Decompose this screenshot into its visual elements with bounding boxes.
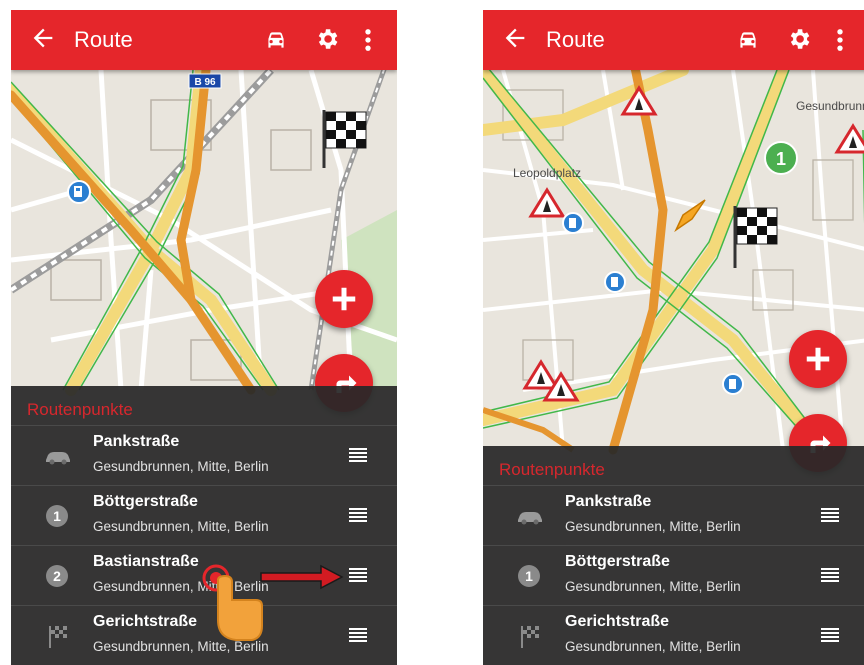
list-item[interactable]: 1 Böttgerstraße Gesundbrunnen, Mitte, Be… bbox=[483, 545, 864, 606]
svg-text:2: 2 bbox=[53, 568, 61, 584]
svg-text:1: 1 bbox=[776, 149, 786, 169]
waypoint-1-icon: 1 bbox=[46, 505, 68, 527]
svg-text:1: 1 bbox=[525, 568, 533, 584]
waypoint-name: Gerichtstraße bbox=[565, 613, 670, 630]
place-label: Leopoldplatz bbox=[513, 166, 581, 180]
waypoint-name: Böttgerstraße bbox=[565, 553, 670, 570]
more-vert-icon[interactable] bbox=[835, 26, 845, 54]
screen-right: Leopoldplatz Gesundbrunn 1 Route Routenp… bbox=[483, 10, 864, 665]
svg-text:1: 1 bbox=[53, 508, 61, 524]
fuel-station-icon[interactable] bbox=[562, 212, 584, 234]
car-icon bbox=[518, 512, 542, 525]
waypoint-name: Bastianstraße bbox=[93, 553, 199, 570]
list-item[interactable]: 1 Böttgerstraße Gesundbrunnen, Mitte, Be… bbox=[11, 485, 397, 546]
waypoint-name: Pankstraße bbox=[565, 493, 652, 510]
drag-handle-icon[interactable] bbox=[349, 628, 367, 642]
add-waypoint-button[interactable] bbox=[789, 330, 847, 388]
route-points-panel: Routenpunkte Pankstraße Gesundbrunnen, M… bbox=[483, 446, 864, 665]
drag-handle-icon[interactable] bbox=[349, 448, 367, 462]
plus-icon bbox=[332, 287, 356, 311]
drag-handle-icon[interactable] bbox=[349, 568, 367, 582]
waypoint-address: Gesundbrunnen, Mitte, Berlin bbox=[93, 459, 269, 474]
list-item[interactable]: Gerichtstraße Gesundbrunnen, Mitte, Berl… bbox=[483, 605, 864, 665]
waypoint-address: Gesundbrunnen, Mitte, Berlin bbox=[565, 519, 741, 534]
arrow-back-icon[interactable] bbox=[29, 24, 57, 52]
waypoint-1-icon: 1 bbox=[518, 565, 540, 587]
more-vert-icon[interactable] bbox=[363, 26, 373, 54]
road-badge: B 96 bbox=[194, 77, 216, 88]
finish-flag-icon bbox=[49, 626, 67, 648]
waypoint-name: Gerichtstraße bbox=[93, 613, 198, 630]
waypoint-address: Gesundbrunnen, Mitte, Berlin bbox=[93, 519, 269, 534]
list-item[interactable]: Pankstraße Gesundbrunnen, Mitte, Berlin bbox=[11, 425, 397, 486]
page-title: Route bbox=[74, 27, 133, 52]
panel-title: Routenpunkte bbox=[27, 400, 133, 419]
list-item[interactable]: Pankstraße Gesundbrunnen, Mitte, Berlin bbox=[483, 485, 864, 546]
red-arrow-icon bbox=[260, 564, 344, 590]
waypoint-1-icon[interactable]: 1 bbox=[764, 141, 798, 175]
page-title: Route bbox=[546, 27, 605, 52]
app-bar: Route bbox=[11, 10, 397, 70]
waypoint-address: Gesundbrunnen, Mitte, Berlin bbox=[565, 579, 741, 594]
car-icon bbox=[46, 452, 70, 465]
arrow-back-icon[interactable] bbox=[501, 24, 529, 52]
drag-handle-icon[interactable] bbox=[821, 568, 839, 582]
car-icon[interactable] bbox=[263, 27, 289, 53]
waypoint-address: Gesundbrunnen, Mitte, Berlin bbox=[565, 639, 741, 654]
gear-icon[interactable] bbox=[786, 26, 812, 52]
fuel-station-icon[interactable] bbox=[604, 271, 626, 293]
fuel-station-icon[interactable] bbox=[722, 373, 744, 395]
car-icon[interactable] bbox=[735, 27, 761, 53]
waypoint-2-icon: 2 bbox=[46, 565, 68, 587]
app-bar: Route bbox=[483, 10, 864, 70]
plus-icon bbox=[806, 347, 830, 371]
fuel-station-icon[interactable] bbox=[67, 180, 91, 204]
waypoint-name: Pankstraße bbox=[93, 433, 180, 450]
add-waypoint-button[interactable] bbox=[315, 270, 373, 328]
drag-handle-icon[interactable] bbox=[349, 508, 367, 522]
place-label: Gesundbrunn bbox=[796, 99, 864, 113]
drag-handle-icon[interactable] bbox=[821, 508, 839, 522]
waypoint-name: Böttgerstraße bbox=[93, 493, 198, 510]
drag-handle-icon[interactable] bbox=[821, 628, 839, 642]
screen-left: B 96 Route Routenpunkte Pankstraße Gesun… bbox=[11, 10, 397, 665]
gear-icon[interactable] bbox=[314, 26, 340, 52]
panel-title: Routenpunkte bbox=[499, 460, 605, 479]
finish-flag-icon bbox=[521, 626, 539, 648]
